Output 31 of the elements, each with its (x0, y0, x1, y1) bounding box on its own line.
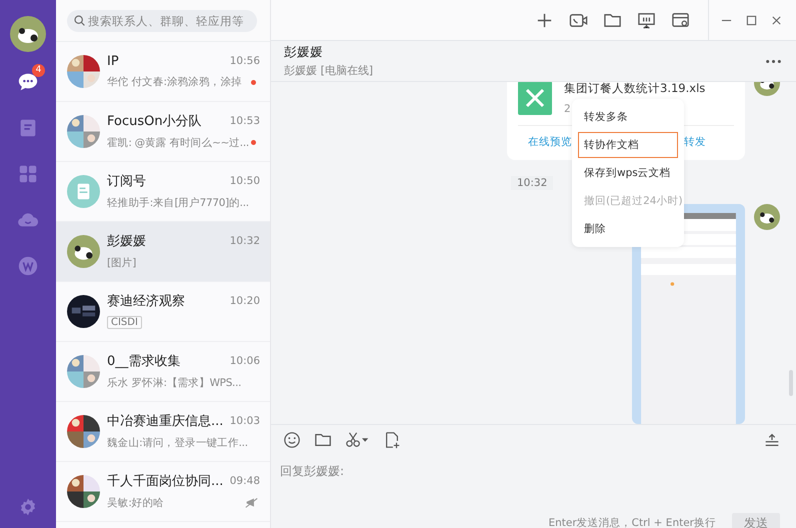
message-preview: 吴敏:好的哈 (107, 496, 164, 510)
conversation-time: 09:48 (230, 475, 260, 487)
conversation-name: 中冶赛迪重庆信息... (107, 413, 224, 430)
message-preview: 乐水 罗怀淋:【需求】WPS... (107, 376, 242, 390)
conversation-time: 10:56 (230, 55, 260, 67)
conversation-time: 10:20 (230, 295, 260, 307)
conversation-time: 10:03 (230, 415, 260, 427)
file-size: 2 (564, 103, 572, 115)
conversation-time: 10:32 (230, 235, 260, 247)
unread-badge: 4 (32, 64, 45, 77)
conversation-name: 彭媛媛 (107, 233, 146, 250)
conversation-name: 赛迪经济观察 (107, 293, 185, 310)
contact-status: 彭媛媛 [电脑在线] (284, 63, 374, 78)
account-tag: CISDI (107, 316, 142, 329)
conversation-time: 10:06 (230, 355, 260, 367)
conversation-name: 订阅号 (107, 173, 146, 190)
file-name: 集团订餐人数统计3.19.xls (564, 82, 706, 96)
conversation-time: 10:53 (230, 115, 260, 127)
message-preview: 魏金山:请问，登录一键工作... (107, 436, 248, 450)
message-preview: [图片] (107, 256, 136, 270)
conversation-name: 千人千面岗位协同... (107, 473, 224, 490)
message-preview: 霍凯: @黄露 有时间么~~过... (107, 136, 249, 150)
message-time: 10:32 (511, 176, 554, 190)
conversation-name: FocusOn小分队 (107, 113, 202, 130)
send-hint: Enter发送消息，Ctrl + Enter换行 (548, 516, 716, 528)
message-preview: 华佗 付文春:涂鸦涂鸦，涂掉 (107, 75, 242, 89)
conversation-time: 10:50 (230, 175, 260, 187)
chat-title: 彭媛媛 (284, 44, 324, 61)
conversation-name: IP (107, 54, 119, 68)
conversation-name: 0__需求收集 (107, 353, 180, 370)
message-preview: 轻推助手:来自[用户7770]的... (107, 196, 249, 210)
